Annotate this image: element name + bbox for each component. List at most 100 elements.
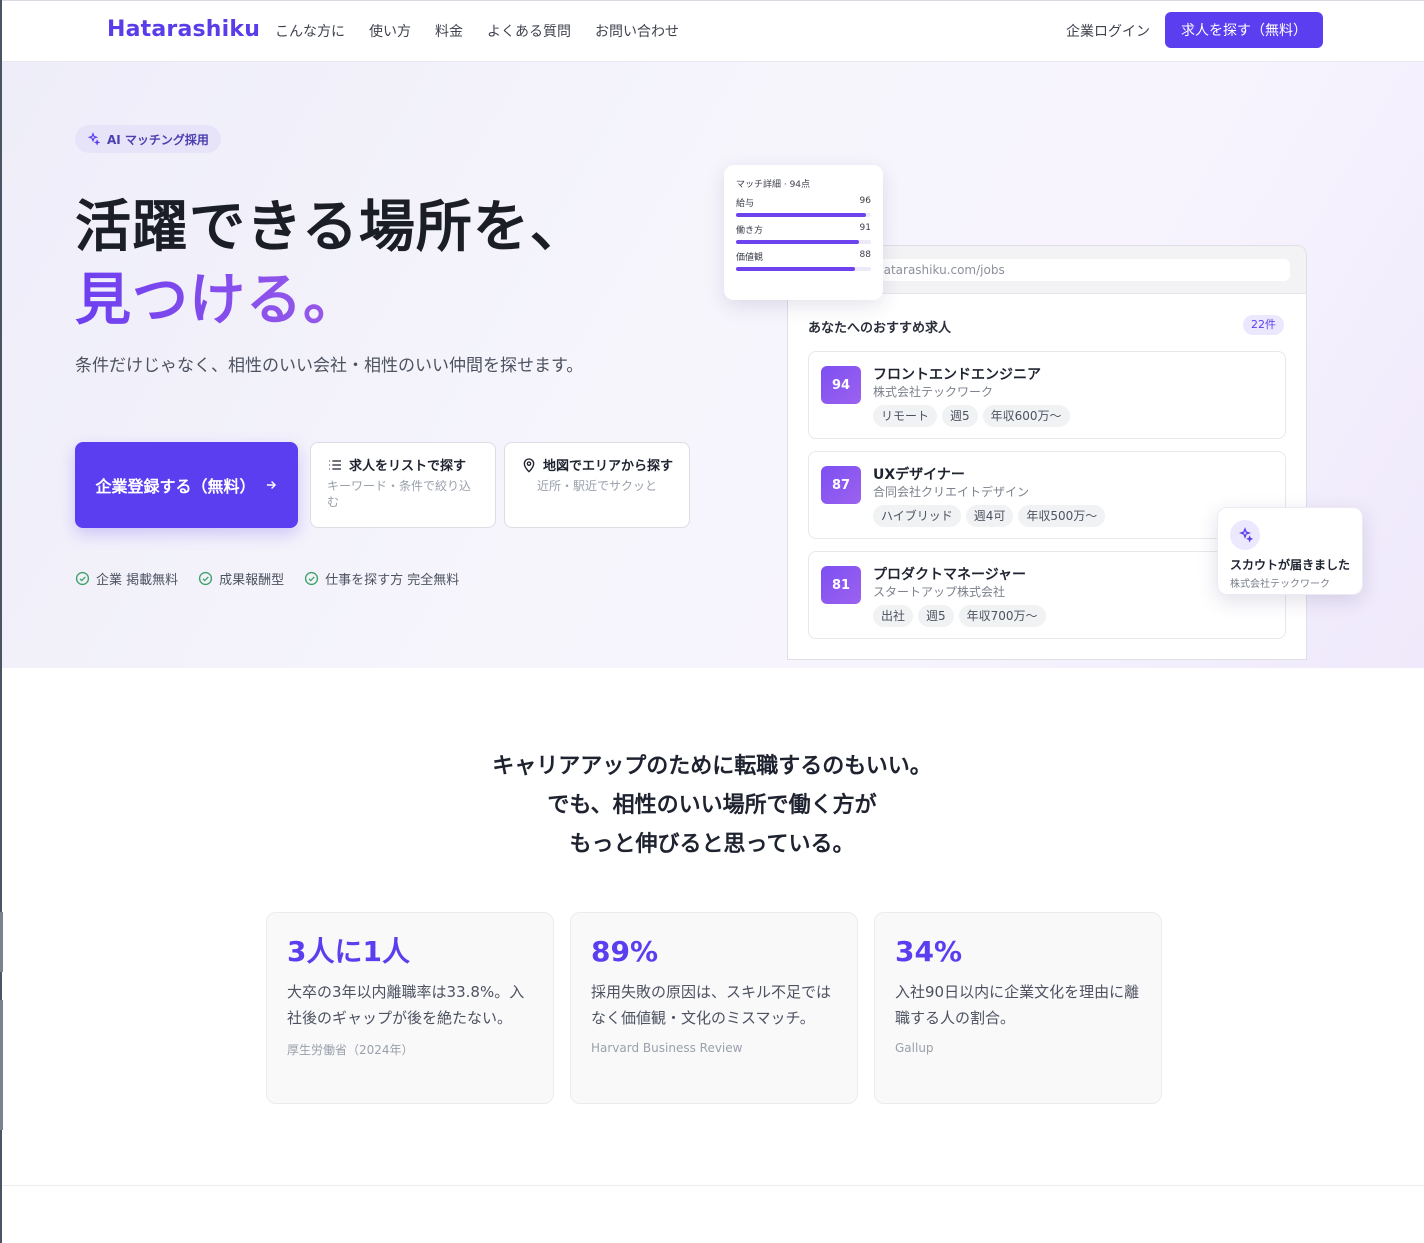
ai-matching-badge: AI マッチング採用 [75, 125, 221, 153]
hero-title-line2: 見つける。 [75, 255, 360, 336]
check-circle-icon [199, 571, 213, 586]
scout-company: 株式会社テックワーク [1230, 579, 1330, 590]
job-card[interactable]: 94 フロントエンドエンジニア 株式会社テックワーク リモート 週5 年収600… [808, 351, 1286, 439]
map-search-button[interactable]: 地図でエリアから探す 近所・駅近でサクッと [504, 442, 690, 528]
check-label: 企業 掲載無料 [96, 573, 179, 588]
company-register-label: 企業登録する（無料） [95, 477, 256, 496]
stat-description: 採用失敗の原因は、スキル不足ではなく価値観・文化のミスマッチ。 [591, 983, 832, 1027]
match-row-label: 給与 [736, 199, 755, 209]
job-card[interactable]: 81 プロダクトマネージャー スタートアップ株式会社 出社 週5 年収700万〜 [808, 551, 1286, 639]
job-tag: 年収500万〜 [1018, 505, 1106, 527]
nav-item-contact[interactable]: お問い合わせ [595, 21, 679, 41]
list-icon [329, 460, 341, 470]
mission-line: でも、相性のいい場所で働く方が [547, 793, 877, 818]
match-bar [736, 240, 859, 244]
job-tag: 年収700万〜 [958, 605, 1046, 627]
nav-item-pricing[interactable]: 料金 [435, 21, 463, 41]
match-score: 87 [821, 466, 861, 504]
check-circle-icon [75, 571, 90, 586]
scout-notification[interactable]: スカウトが届きました 株式会社テックワーク [1217, 507, 1363, 595]
job-tags: ハイブリッド 週4可 年収500万〜 [873, 505, 1106, 527]
match-bar [736, 213, 866, 217]
stat-source: Gallup [895, 1041, 934, 1055]
match-row: 働き方 91 [736, 223, 871, 244]
stat-number: 89% [591, 935, 659, 968]
stat-source: Harvard Business Review [591, 1041, 743, 1055]
job-tags: リモート 週5 年収600万〜 [873, 405, 1070, 427]
match-detail-title: マッチ詳細 · 94点 [736, 180, 811, 190]
main-nav: こんな方に 使い方 料金 よくある質問 お問い合わせ [275, 21, 679, 41]
stat-number: 34% [895, 935, 963, 968]
nav-item-how-to[interactable]: 使い方 [369, 21, 411, 41]
sparkle-icon [87, 132, 100, 146]
job-company: 株式会社テックワーク [873, 385, 994, 399]
job-tag: 週5 [918, 605, 954, 627]
job-tags: 出社 週5 年収700万〜 [873, 605, 1046, 627]
list-search-button[interactable]: 求人をリストで探す キーワード・条件で絞り込む [310, 442, 496, 528]
check-circle-icon [305, 571, 319, 586]
site-header: Hatarashiku こんな方に 使い方 料金 よくある質問 お問い合わせ 企… [2, 0, 1424, 62]
logo[interactable]: Hatarashiku [107, 17, 260, 42]
company-login-link[interactable]: 企業ログイン [1066, 21, 1150, 41]
list-search-sub: キーワード・条件で絞り込む [327, 479, 472, 509]
feature-checks: 企業 掲載無料 成果報酬型 仕事を探す方 完全無料 [75, 569, 459, 588]
app-preview-browser: hatarashiku.com/jobs あなたへのおすすめ求人 22件 94 … [787, 245, 1307, 660]
job-tag: ハイブリッド [873, 505, 961, 527]
stat-card: 34% 入社90日以内に企業文化を理由に離職する人の割合。 Gallup [874, 912, 1162, 1104]
job-tag: 年収600万〜 [982, 405, 1070, 427]
match-row-value: 88 [859, 250, 871, 260]
job-company: 合同会社クリエイトデザイン [873, 485, 1030, 499]
find-jobs-button[interactable]: 求人を探す（無料） [1165, 12, 1323, 48]
arrow-right-icon [266, 481, 276, 489]
job-title: フロントエンドエンジニア [873, 367, 1041, 383]
match-row: 給与 96 [736, 196, 871, 217]
recommend-count-badge: 22件 [1243, 315, 1284, 335]
job-title: UXデザイナー [873, 467, 965, 483]
company-register-button[interactable]: 企業登録する（無料） [75, 442, 298, 528]
mission-message: キャリアアップのために転職するのもいい。 でも、相性のいい場所で働く方が もっと… [0, 747, 1424, 864]
job-tag: リモート [873, 405, 938, 427]
badge-label: AI マッチング採用 [107, 132, 209, 147]
map-pin-icon [523, 458, 535, 473]
stat-card: 3人に1人 大卒の3年以内離職率は33.8%。入社後のギャップが後を絶たない。 … [266, 912, 554, 1104]
hero-title-line1: 活躍できる場所を、 [75, 195, 587, 260]
mission-line: もっと伸びると思っている。 [569, 832, 855, 857]
scout-icon-wrap [1230, 520, 1260, 550]
match-row-label: 価値観 [736, 253, 764, 263]
mission-line: キャリアアップのために転職するのもいい。 [492, 754, 932, 779]
match-row-value: 91 [859, 223, 871, 233]
check-item: 仕事を探す方 完全無料 [304, 569, 459, 588]
job-tag: 週5 [942, 405, 978, 427]
map-search-sub: 近所・駅近でサクッと [537, 479, 658, 493]
list-search-title: 求人をリストで探す [349, 459, 467, 474]
match-row-label: 働き方 [736, 226, 764, 236]
nav-item-faq[interactable]: よくある質問 [487, 21, 571, 41]
browser-url: hatarashiku.com/jobs [868, 259, 1290, 281]
check-label: 仕事を探す方 完全無料 [325, 573, 460, 588]
job-tag: 出社 [873, 605, 914, 627]
job-card[interactable]: 87 UXデザイナー 合同会社クリエイトデザイン ハイブリッド 週4可 年収50… [808, 451, 1286, 539]
job-tag: 週4可 [965, 505, 1014, 527]
check-label: 成果報酬型 [219, 573, 285, 588]
recommend-title: あなたへのおすすめ求人 [808, 321, 952, 336]
job-title: プロダクトマネージャー [873, 567, 1027, 583]
check-item: 企業 掲載無料 [75, 569, 178, 588]
stat-description: 入社90日以内に企業文化を理由に離職する人の割合。 [895, 983, 1140, 1027]
match-score: 94 [821, 366, 861, 404]
stat-number: 3人に1人 [287, 935, 410, 968]
stat-description: 大卒の3年以内離職率は33.8%。入社後のギャップが後を絶たない。 [287, 983, 525, 1027]
match-row: 価値観 88 [736, 250, 871, 271]
match-row-value: 96 [859, 196, 871, 206]
nav-item-target[interactable]: こんな方に [275, 21, 345, 41]
section-divider [2, 1185, 1424, 1186]
stat-source: 厚生労働省（2024年） [287, 1043, 414, 1057]
match-bar [736, 267, 855, 271]
scout-title: スカウトが届きました [1230, 558, 1351, 572]
hero-section: AI マッチング採用 活躍できる場所を、 見つける。 条件だけじゃなく、相性のい… [2, 62, 1424, 668]
map-search-title: 地図でエリアから探す [543, 459, 674, 474]
match-score: 81 [821, 566, 861, 604]
job-company: スタートアップ株式会社 [873, 585, 1006, 599]
sparkle-icon [1238, 527, 1253, 543]
match-detail-card: マッチ詳細 · 94点 給与 96 働き方 91 価値観 88 [724, 165, 883, 300]
hero-lead: 条件だけじゃなく、相性のいい会社・相性のいい仲間を探せます。 [75, 356, 584, 376]
